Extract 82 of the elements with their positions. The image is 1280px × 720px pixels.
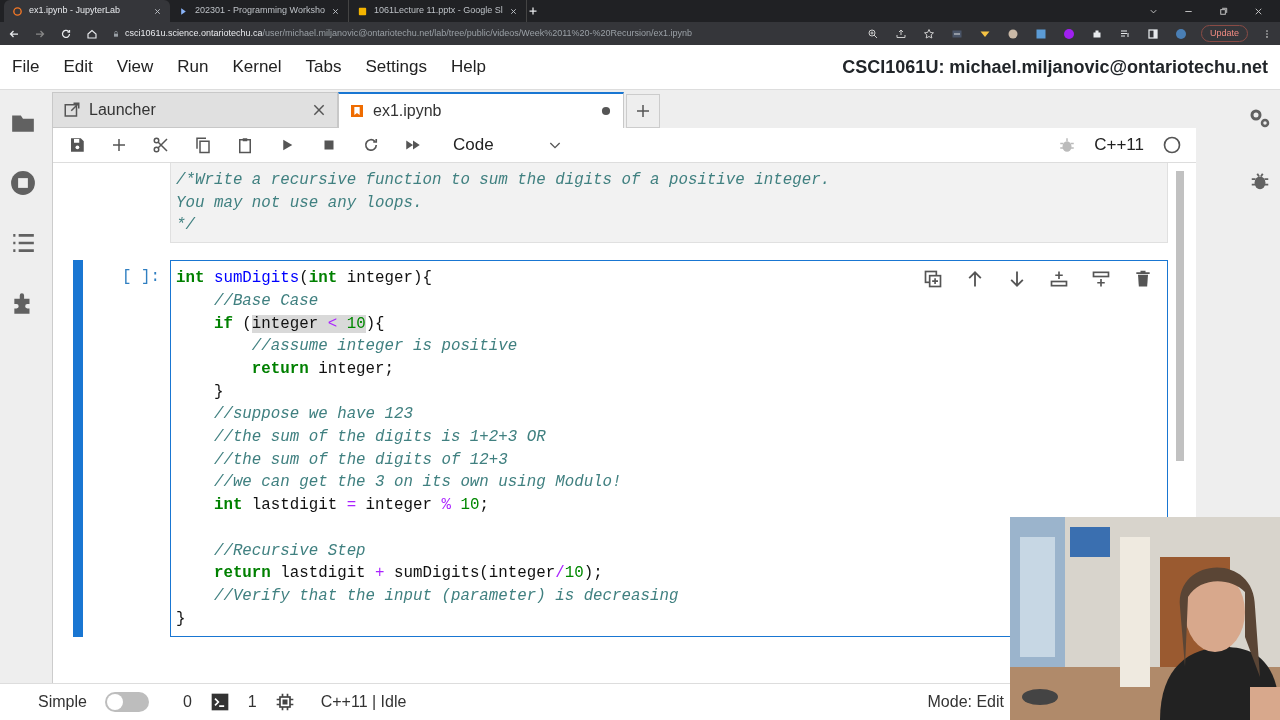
launch-icon [63, 101, 81, 119]
code-line: You may not use any loops. [176, 192, 423, 214]
duplicate-icon[interactable] [923, 269, 943, 290]
code-line: //suppose we have 123 [212, 404, 413, 426]
terminal-count: 0 [182, 692, 192, 712]
extension-icon[interactable] [1006, 27, 1019, 40]
chip-icon[interactable] [274, 692, 295, 712]
code-line: //assume integer is positive [250, 336, 518, 358]
raw-cell[interactable]: /*Write a recursive function to sum the digits of a positive integer. You may not use any loops. */ [170, 163, 1168, 244]
code-line: */ [176, 215, 195, 237]
scrollbar[interactable] [1176, 171, 1184, 461]
restart-icon [362, 136, 380, 154]
browser-tab[interactable]: ex1.ipynb - JupyterLab [4, 0, 170, 22]
menu-item[interactable]: Settings [365, 54, 427, 80]
menu-item[interactable]: Kernel [232, 54, 282, 80]
star-icon[interactable] [922, 27, 935, 40]
code-line: //we can get the 3 on its own using Modulo! [212, 472, 622, 494]
reload-icon[interactable] [60, 27, 72, 40]
close-icon[interactable] [153, 6, 162, 16]
menu-item[interactable]: Run [177, 54, 209, 80]
cut-button[interactable] [151, 135, 171, 155]
playlist-icon[interactable] [1118, 27, 1131, 40]
menu-item[interactable]: Tabs [305, 54, 342, 80]
menu-item[interactable]: File [12, 54, 40, 80]
code-line: //the sum of the digits is 1+2+3 OR [212, 427, 546, 449]
insert-below-icon[interactable] [1091, 269, 1111, 290]
code-line: //Base Case [212, 290, 319, 312]
zoom-icon[interactable] [866, 27, 879, 40]
code-line: //the sum of the digits of 12+3 [212, 449, 508, 471]
course-user-title: CSCI1061U: michael.miljanovic@ontariotechu.net [842, 55, 1268, 79]
menu-item[interactable]: Help [450, 54, 486, 80]
tab-favicon-icon [12, 5, 23, 17]
code-line: /*Write a recursive function to sum the digits of a positive integer. [176, 170, 831, 191]
code-line: int sumDigits(int integer){ [176, 268, 432, 290]
code-line: return integer; [250, 358, 395, 380]
close-icon[interactable] [311, 102, 327, 118]
code-line: if (integer < 10){ [212, 313, 385, 335]
plus-icon [634, 102, 652, 120]
bug-icon[interactable] [1249, 170, 1271, 192]
notebook-icon [349, 103, 365, 119]
unsaved-dot-icon[interactable] [599, 104, 613, 118]
copy-button[interactable] [193, 135, 213, 155]
code-line: int lastdigit = integer % 10; [212, 495, 489, 517]
extension-icon[interactable] [1034, 27, 1047, 40]
share-icon[interactable] [894, 27, 907, 40]
cell-type-dropdown[interactable]: Code [453, 132, 563, 158]
delete-icon[interactable] [1133, 269, 1153, 290]
close-icon[interactable] [330, 6, 340, 16]
insert-above-icon[interactable] [1049, 269, 1069, 290]
home-icon[interactable] [86, 27, 98, 40]
code-line: } [176, 608, 186, 630]
add-icon [110, 136, 128, 154]
simple-mode-label: Simple [38, 692, 87, 712]
menu-item[interactable]: Edit [63, 54, 93, 80]
tab-favicon-icon [356, 5, 368, 17]
close-icon[interactable] [508, 6, 518, 16]
save-icon [68, 136, 86, 154]
code-line: } [212, 381, 224, 403]
kernel-name[interactable]: C++11 [1094, 132, 1144, 158]
simple-mode-toggle[interactable] [104, 692, 149, 712]
code-line: //Recursive Step [212, 540, 366, 562]
code-line: return lastdigit + sumDigits(integer/10); [212, 563, 603, 585]
kernel-status[interactable]: C++11 | Idle [320, 690, 407, 714]
cut-icon [152, 136, 170, 154]
code-line: //Verify that the input (parameter) is decreasing [212, 585, 679, 607]
document-tab[interactable]: ex1.ipynb [338, 92, 624, 128]
kernel-count: 1 [247, 692, 257, 712]
new-launcher-button[interactable] [626, 94, 660, 128]
tab-favicon-icon [178, 5, 189, 17]
mode-indicator: Mode: Edit [927, 692, 1004, 712]
side-panel-icon[interactable] [1146, 27, 1159, 40]
restore-icon[interactable] [1218, 5, 1229, 17]
paste-icon [236, 136, 254, 154]
avatar-icon[interactable] [1174, 27, 1187, 40]
stop-circle-icon[interactable] [9, 170, 36, 196]
lock-icon [112, 29, 120, 38]
menu-item[interactable]: View [116, 54, 154, 80]
terminal-icon[interactable] [209, 692, 230, 712]
cell-prompt: [ ]: [121, 267, 161, 289]
address-text[interactable]: csci1061u.science.ontariotechu.ca/user/michael.miljanovic@ontariotechu.net/lab/tree/public/videos/Week%2011%20-%20Recursion/ex1.ipynb [125, 26, 693, 41]
document-tab[interactable]: Launcher [52, 92, 338, 128]
copy-icon [194, 136, 212, 154]
